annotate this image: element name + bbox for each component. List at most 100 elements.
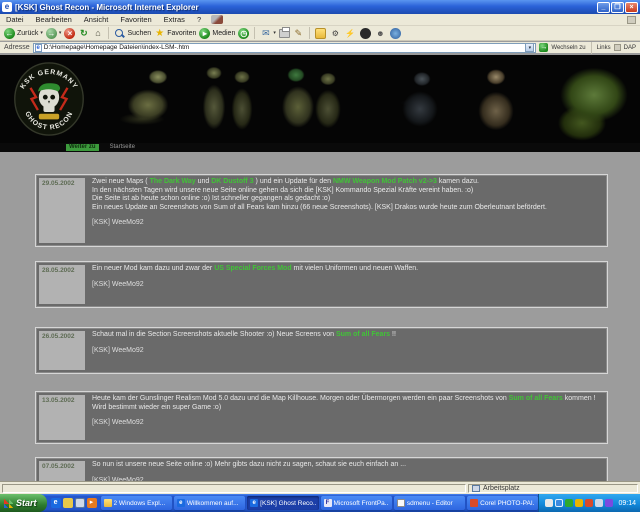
stop-button[interactable]: ×: [64, 28, 75, 39]
maximize-button[interactable]: ❐: [611, 2, 624, 13]
news-link[interactable]: Sum of all Fears: [509, 395, 563, 402]
mail-button[interactable]: ✉ ▾: [260, 28, 276, 39]
news-signature: [KSK] WeeMo92: [92, 347, 604, 354]
frontpage-icon: F: [324, 499, 332, 507]
zone-label: Arbeitsplatz: [483, 485, 520, 492]
address-label: Adresse: [4, 44, 30, 51]
news-body: Zwei neue Maps ( The Dark Way und DK Dus…: [92, 178, 604, 212]
show-desktop-icon[interactable]: [75, 498, 85, 508]
update-icon[interactable]: [585, 499, 593, 507]
news-line: Schaut mal in die Section Screenshots ak…: [92, 331, 604, 340]
toolbar-separator: [309, 27, 310, 39]
nav-item[interactable]: Startseite: [107, 144, 138, 151]
task-label: [KSK] Ghost Reco...: [260, 500, 315, 507]
minimize-button[interactable]: _: [597, 2, 610, 13]
search-icon: [114, 28, 125, 39]
person-icon[interactable]: ☻: [375, 28, 386, 39]
menu-extra-icon[interactable]: [211, 15, 223, 24]
news-link[interactable]: US Special Forces Mod: [214, 265, 291, 272]
address-dropdown-icon[interactable]: ▾: [525, 43, 534, 52]
soldier-image: [460, 59, 532, 141]
task-button[interactable]: sdmenu - Editor: [394, 496, 465, 510]
webcall-icon[interactable]: [390, 28, 401, 39]
news-link[interactable]: The Dark Way: [150, 178, 196, 185]
news-link[interactable]: Sum of all Fears: [336, 331, 390, 338]
site-nav: Weiter zu Startseite: [0, 143, 640, 152]
favorites-button[interactable]: ★ Favoriten: [154, 28, 196, 39]
media-button[interactable]: ▸ Medien: [199, 28, 235, 39]
nav-item[interactable]: Weiter zu: [66, 144, 99, 151]
news-date: 28.05.2002: [39, 265, 85, 304]
history-clock-icon: ◷: [238, 28, 249, 39]
task-button[interactable]: 2 Windows Expl...: [101, 496, 172, 510]
go-label[interactable]: Wechseln zu: [551, 45, 585, 51]
news-text: So nun ist unsere neue Seite online :o) …: [92, 461, 406, 468]
forward-caret-icon[interactable]: ▾: [59, 30, 62, 36]
print-icon: [279, 29, 290, 38]
search-button[interactable]: Suchen: [114, 28, 151, 39]
antivirus-icon[interactable]: [575, 499, 583, 507]
news-signature: [KSK] WeeMo92: [92, 281, 604, 288]
internet-explorer-icon[interactable]: e: [51, 498, 61, 508]
task-button[interactable]: eWillkommen auf...: [174, 496, 245, 510]
menu-item[interactable]: Favoriten: [114, 15, 157, 24]
back-button[interactable]: ← Zurück ▾: [4, 28, 43, 39]
news-line: Wird bestimmt wieder ein super Game :o): [92, 404, 604, 413]
forward-button[interactable]: → ▾: [46, 28, 62, 39]
stop-icon: ×: [64, 28, 75, 39]
taskbar: Start e ▸ 2 Windows Expl... eWillkommen au…: [0, 494, 640, 512]
history-button[interactable]: ◷: [238, 28, 249, 39]
menu-item[interactable]: ?: [191, 15, 207, 24]
toolbar-separator: [108, 27, 109, 39]
mail-caret-icon[interactable]: ▾: [273, 30, 276, 36]
toolbar-addons: ⚙ ⚡ ☻: [315, 28, 401, 39]
clan-logo: KSK GERMANY GHOST RECON: [12, 59, 86, 139]
toolbar-separator: [254, 27, 255, 39]
address-input[interactable]: e D:\Homepage\Homepage Dateien\index-LSM…: [33, 43, 537, 53]
dap-toolbar-label[interactable]: DAP: [624, 45, 636, 51]
menu-item[interactable]: Bearbeiten: [30, 15, 78, 24]
scheduler-icon[interactable]: [605, 499, 613, 507]
news-date: 26.05.2002: [39, 331, 85, 370]
outlook-icon[interactable]: [63, 498, 73, 508]
task-button[interactable]: FMicrosoft FrontPa...: [321, 496, 392, 510]
start-button[interactable]: Start: [0, 494, 47, 512]
menu-item[interactable]: Ansicht: [78, 15, 115, 24]
edit-button[interactable]: ✎: [293, 28, 304, 39]
refresh-button[interactable]: ↻: [78, 28, 89, 39]
task-label: 2 Windows Expl...: [114, 500, 166, 507]
my-computer-icon: [472, 485, 480, 492]
lightning-icon[interactable]: ⚡: [345, 28, 356, 39]
task-button[interactable]: e[KSK] Ghost Reco...: [247, 496, 318, 510]
close-button[interactable]: ×: [625, 2, 638, 13]
volume-icon[interactable]: [545, 499, 553, 507]
news-text: Die Seite ist ab heute schon online :o) …: [92, 195, 330, 202]
news-link[interactable]: DK Dustoff 3: [211, 178, 253, 185]
messenger-icon[interactable]: [565, 499, 573, 507]
gear-icon[interactable]: ⚙: [330, 28, 341, 39]
back-caret-icon[interactable]: ▾: [40, 30, 43, 36]
menu-item[interactable]: Datei: [0, 15, 30, 24]
menu-corner-icon[interactable]: [627, 16, 636, 24]
refresh-icon: ↻: [78, 28, 89, 39]
news-link[interactable]: NMW Weapon Mod Patch v2->3: [333, 178, 437, 185]
menu-item[interactable]: Extras: [158, 15, 191, 24]
news-text: kamen dazu.: [437, 178, 479, 185]
address-value: D:\Homepage\Homepage Dateien\index-LSM-.…: [44, 44, 524, 51]
home-button[interactable]: ⌂: [92, 28, 103, 39]
title-bar[interactable]: e [KSK] Ghost Recon - Microsoft Internet…: [0, 0, 640, 14]
messenger-icon[interactable]: [360, 28, 371, 39]
links-label[interactable]: Links: [597, 45, 611, 51]
display-icon[interactable]: [595, 499, 603, 507]
news-text: Schaut mal in die Section Screenshots ak…: [92, 331, 336, 338]
network-icon[interactable]: [555, 499, 563, 507]
windows-flag-icon: [4, 499, 13, 508]
links-chevron-icon[interactable]: [614, 44, 621, 51]
task-button[interactable]: Corel PHOTO-PAI...: [467, 496, 538, 510]
print-button[interactable]: [279, 29, 290, 38]
folder-icon[interactable]: [315, 28, 326, 39]
window-title: [KSK] Ghost Recon - Microsoft Internet E…: [15, 3, 597, 12]
news-body: Schaut mal in die Section Screenshots ak…: [92, 331, 604, 340]
media-player-icon[interactable]: ▸: [87, 498, 97, 508]
go-icon[interactable]: →: [539, 43, 548, 52]
